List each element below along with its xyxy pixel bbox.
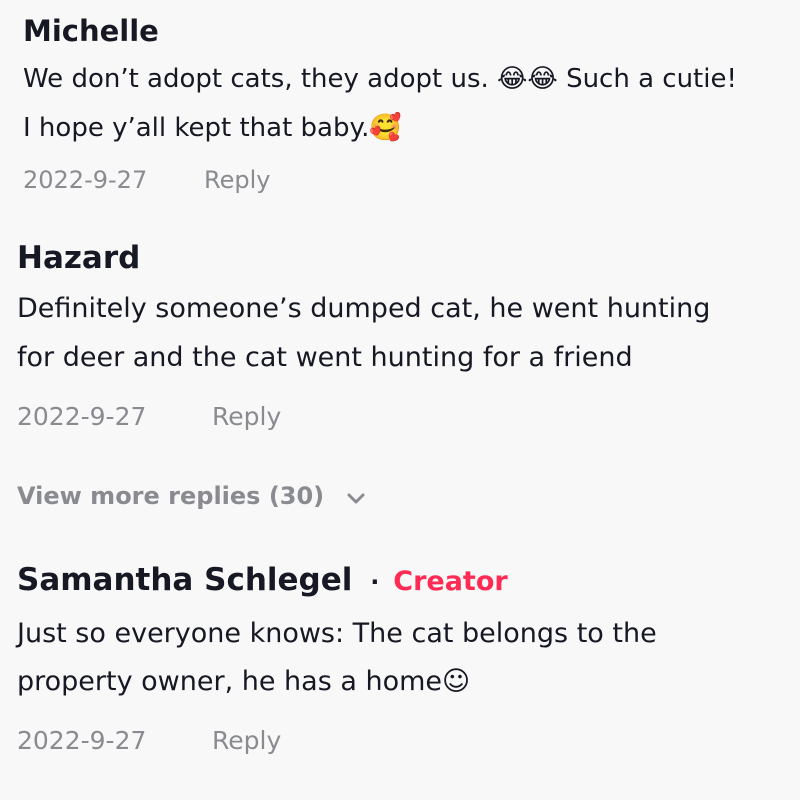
comment-text-line: property owner, he has a home☺ (17, 666, 471, 697)
comment-text-line: for deer and the cat went hunting for a … (17, 342, 633, 373)
author-name[interactable]: Hazard (17, 240, 140, 276)
reply-button[interactable]: Reply (212, 728, 281, 753)
comment-text-line: Just so everyone knows: The cat belongs … (17, 618, 657, 649)
view-more-replies-button[interactable]: View more replies (30) (17, 484, 365, 509)
separator-dot: · (370, 568, 380, 596)
chevron-down-icon (347, 485, 365, 509)
comment-author[interactable]: Michelle (23, 17, 159, 46)
view-more-replies-label: View more replies (30) (17, 482, 325, 510)
comment-text-line: Definitely someone’s dumped cat, he went… (17, 293, 711, 324)
comment-author[interactable]: Samantha Schlegel · Creator (17, 565, 508, 596)
reply-button[interactable]: Reply (204, 168, 270, 192)
creator-badge: Creator (393, 566, 508, 597)
reply-button[interactable]: Reply (212, 404, 281, 429)
comment-date: 2022-9-27 (23, 166, 148, 194)
comment-date: 2022-9-27 (17, 402, 147, 431)
comment-text-line: I hope y’all kept that baby.🥰 (23, 113, 402, 143)
comment-date: 2022-9-27 (17, 726, 147, 755)
comments-panel: Michelle We don’t adopt cats, they adopt… (0, 0, 800, 800)
comment-author[interactable]: Hazard (17, 243, 140, 274)
author-name[interactable]: Samantha Schlegel (17, 562, 352, 598)
author-name[interactable]: Michelle (23, 14, 159, 48)
comment-text-line: We don’t adopt cats, they adopt us. 😂😂 S… (23, 64, 737, 94)
